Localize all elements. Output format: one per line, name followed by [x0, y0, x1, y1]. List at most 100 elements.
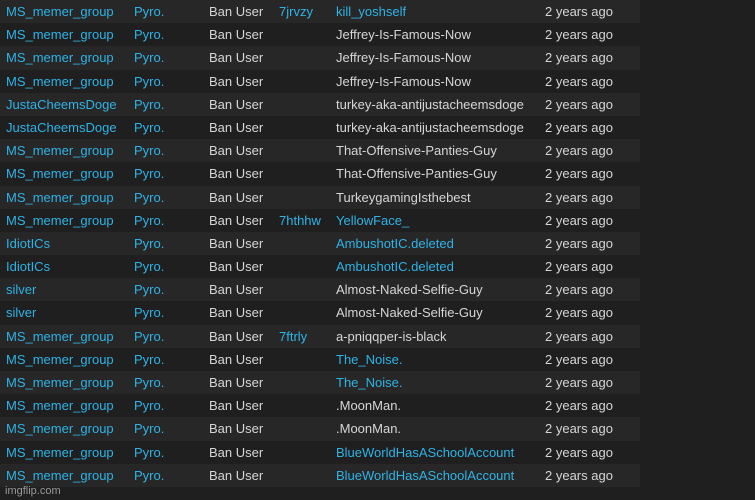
watermark: imgflip.com	[5, 485, 61, 497]
moderator-link[interactable]: Pyro.	[134, 186, 164, 209]
action-label: Ban User	[209, 119, 264, 135]
target-user-link[interactable]: BlueWorldHasASchoolAccount	[336, 441, 514, 464]
post-id-link[interactable]: 7hthhw	[279, 209, 321, 232]
user-link[interactable]: silver	[6, 301, 36, 324]
user-link[interactable]: MS_memer_group	[6, 394, 114, 417]
timestamp: 2 years ago	[545, 282, 613, 298]
moderator-link[interactable]: Pyro.	[134, 301, 164, 324]
user-link[interactable]: MS_memer_group	[6, 348, 114, 371]
target-user-label: .MoonMan.	[336, 421, 402, 437]
action-label: Ban User	[209, 467, 264, 483]
target-user-link[interactable]: AmbushotIC.deleted	[336, 255, 454, 278]
user-link[interactable]: MS_memer_group	[6, 464, 114, 487]
timestamp: 2 years ago	[545, 467, 613, 483]
user-link[interactable]: silver	[6, 278, 36, 301]
target-user-label: Jeffrey-Is-Famous-Now	[336, 73, 471, 89]
moderator-link[interactable]: Pyro.	[134, 209, 164, 232]
moderator-link[interactable]: Pyro.	[134, 464, 164, 487]
action-label: Ban User	[209, 282, 264, 298]
moderator-link[interactable]: Pyro.	[134, 371, 164, 394]
user-link[interactable]: MS_memer_group	[6, 70, 114, 93]
user-link[interactable]: MS_memer_group	[6, 0, 114, 23]
table-row: IdiotICs Pyro. Ban User AmbushotIC.deleted 2…	[0, 231, 640, 256]
action-label: Ban User	[209, 444, 264, 460]
target-user-label: turkey-aka-antijustacheemsdoge	[336, 96, 524, 112]
timestamp: 2 years ago	[545, 189, 613, 205]
moderator-link[interactable]: Pyro.	[134, 46, 164, 69]
timestamp: 2 years ago	[545, 96, 613, 112]
moderator-link[interactable]: Pyro.	[134, 116, 164, 139]
moderator-link[interactable]: Pyro.	[134, 23, 164, 46]
action-label: Ban User	[209, 50, 264, 66]
target-user-label: Jeffrey-Is-Famous-Now	[336, 50, 471, 66]
action-label: Ban User	[209, 212, 264, 228]
user-link[interactable]: MS_memer_group	[6, 417, 114, 440]
table-row: MS_memer_group Pyro. Ban User The_Noise. 2 y…	[0, 371, 640, 395]
table-row: MS_memer_group Pyro. Ban User .MoonMan. 2 ye…	[0, 394, 640, 418]
moderator-link[interactable]: Pyro.	[134, 325, 164, 348]
action-label: Ban User	[209, 27, 264, 43]
moderator-link[interactable]: Pyro.	[134, 441, 164, 464]
table-row: MS_memer_group Pyro. Ban User 7hthhw YellowF…	[0, 208, 640, 232]
moderator-link[interactable]: Pyro.	[134, 139, 164, 162]
moderator-link[interactable]: Pyro.	[134, 348, 164, 371]
user-link[interactable]: MS_memer_group	[6, 209, 114, 232]
user-link[interactable]: JustaCheemsDoge	[6, 93, 117, 116]
moderator-link[interactable]: Pyro.	[134, 70, 164, 93]
timestamp: 2 years ago	[545, 351, 613, 367]
moderator-link[interactable]: Pyro.	[134, 394, 164, 417]
target-user-link[interactable]: YellowFace_	[336, 209, 409, 232]
timestamp: 2 years ago	[545, 235, 613, 251]
timestamp: 2 years ago	[545, 119, 613, 135]
target-user-link[interactable]: The_Noise.	[336, 371, 402, 394]
timestamp: 2 years ago	[545, 305, 613, 321]
moderator-link[interactable]: Pyro.	[134, 278, 164, 301]
target-user-label: Jeffrey-Is-Famous-Now	[336, 27, 471, 43]
moderator-link[interactable]: Pyro.	[134, 162, 164, 185]
target-user-link[interactable]: AmbushotIC.deleted	[336, 232, 454, 255]
user-link[interactable]: MS_memer_group	[6, 371, 114, 394]
timestamp: 2 years ago	[545, 27, 613, 43]
moderator-link[interactable]: Pyro.	[134, 417, 164, 440]
table-row: MS_memer_group Pyro. Ban User That-Offensiv…	[0, 162, 640, 186]
user-link[interactable]: IdiotICs	[6, 255, 50, 278]
moderator-link[interactable]: Pyro.	[134, 232, 164, 255]
action-label: Ban User	[209, 351, 264, 367]
timestamp: 2 years ago	[545, 4, 613, 19]
user-link[interactable]: MS_memer_group	[6, 441, 114, 464]
target-user-label: Almost-Naked-Selfie-Guy	[336, 305, 483, 321]
user-link[interactable]: IdiotICs	[6, 232, 50, 255]
post-id-link[interactable]: 7jrvzy	[279, 0, 313, 23]
timestamp: 2 years ago	[545, 444, 613, 460]
action-label: Ban User	[209, 421, 264, 437]
table-row: MS_memer_group Pyro. Ban User 7jrvzy kill_yo…	[0, 0, 640, 24]
action-label: Ban User	[209, 328, 264, 344]
target-user-label: .MoonMan.	[336, 398, 402, 414]
table-row: MS_memer_group Pyro. Ban User That-Offensiv…	[0, 139, 640, 163]
moderator-link[interactable]: Pyro.	[134, 93, 164, 116]
table-row: JustaCheemsDoge Pyro. Ban User turkey-aka-a…	[0, 92, 640, 116]
target-user-link[interactable]: kill_yoshself	[336, 0, 406, 23]
user-link[interactable]: MS_memer_group	[6, 186, 114, 209]
user-link[interactable]: MS_memer_group	[6, 162, 114, 185]
action-label: Ban User	[209, 375, 264, 390]
action-label: Ban User	[209, 189, 264, 205]
user-link[interactable]: JustaCheemsDoge	[6, 116, 117, 139]
user-link[interactable]: MS_memer_group	[6, 23, 114, 46]
action-label: Ban User	[209, 166, 264, 182]
table-row: MS_memer_group Pyro. Ban User Jeffrey-Is-Fa…	[0, 46, 640, 70]
timestamp: 2 years ago	[545, 212, 613, 228]
mod-log-table: MS_memer_group Pyro. Ban User 7jrvzy kill_yo…	[0, 0, 640, 487]
action-label: Ban User	[209, 143, 264, 159]
table-row: silver Pyro. Ban User Almost-Naked-Selfie-G…	[0, 301, 640, 325]
post-id-link[interactable]: 7ftrly	[279, 325, 307, 348]
target-user-link[interactable]: BlueWorldHasASchoolAccount	[336, 464, 514, 487]
table-row: MS_memer_group Pyro. Ban User BlueWorldHasA…	[0, 440, 640, 464]
moderator-link[interactable]: Pyro.	[134, 255, 164, 278]
target-user-link[interactable]: The_Noise.	[336, 348, 402, 371]
user-link[interactable]: MS_memer_group	[6, 46, 114, 69]
moderator-link[interactable]: Pyro.	[134, 0, 164, 23]
user-link[interactable]: MS_memer_group	[6, 325, 114, 348]
user-link[interactable]: MS_memer_group	[6, 139, 114, 162]
table-row: MS_memer_group Pyro. Ban User The_Noise. 2 y…	[0, 347, 640, 371]
